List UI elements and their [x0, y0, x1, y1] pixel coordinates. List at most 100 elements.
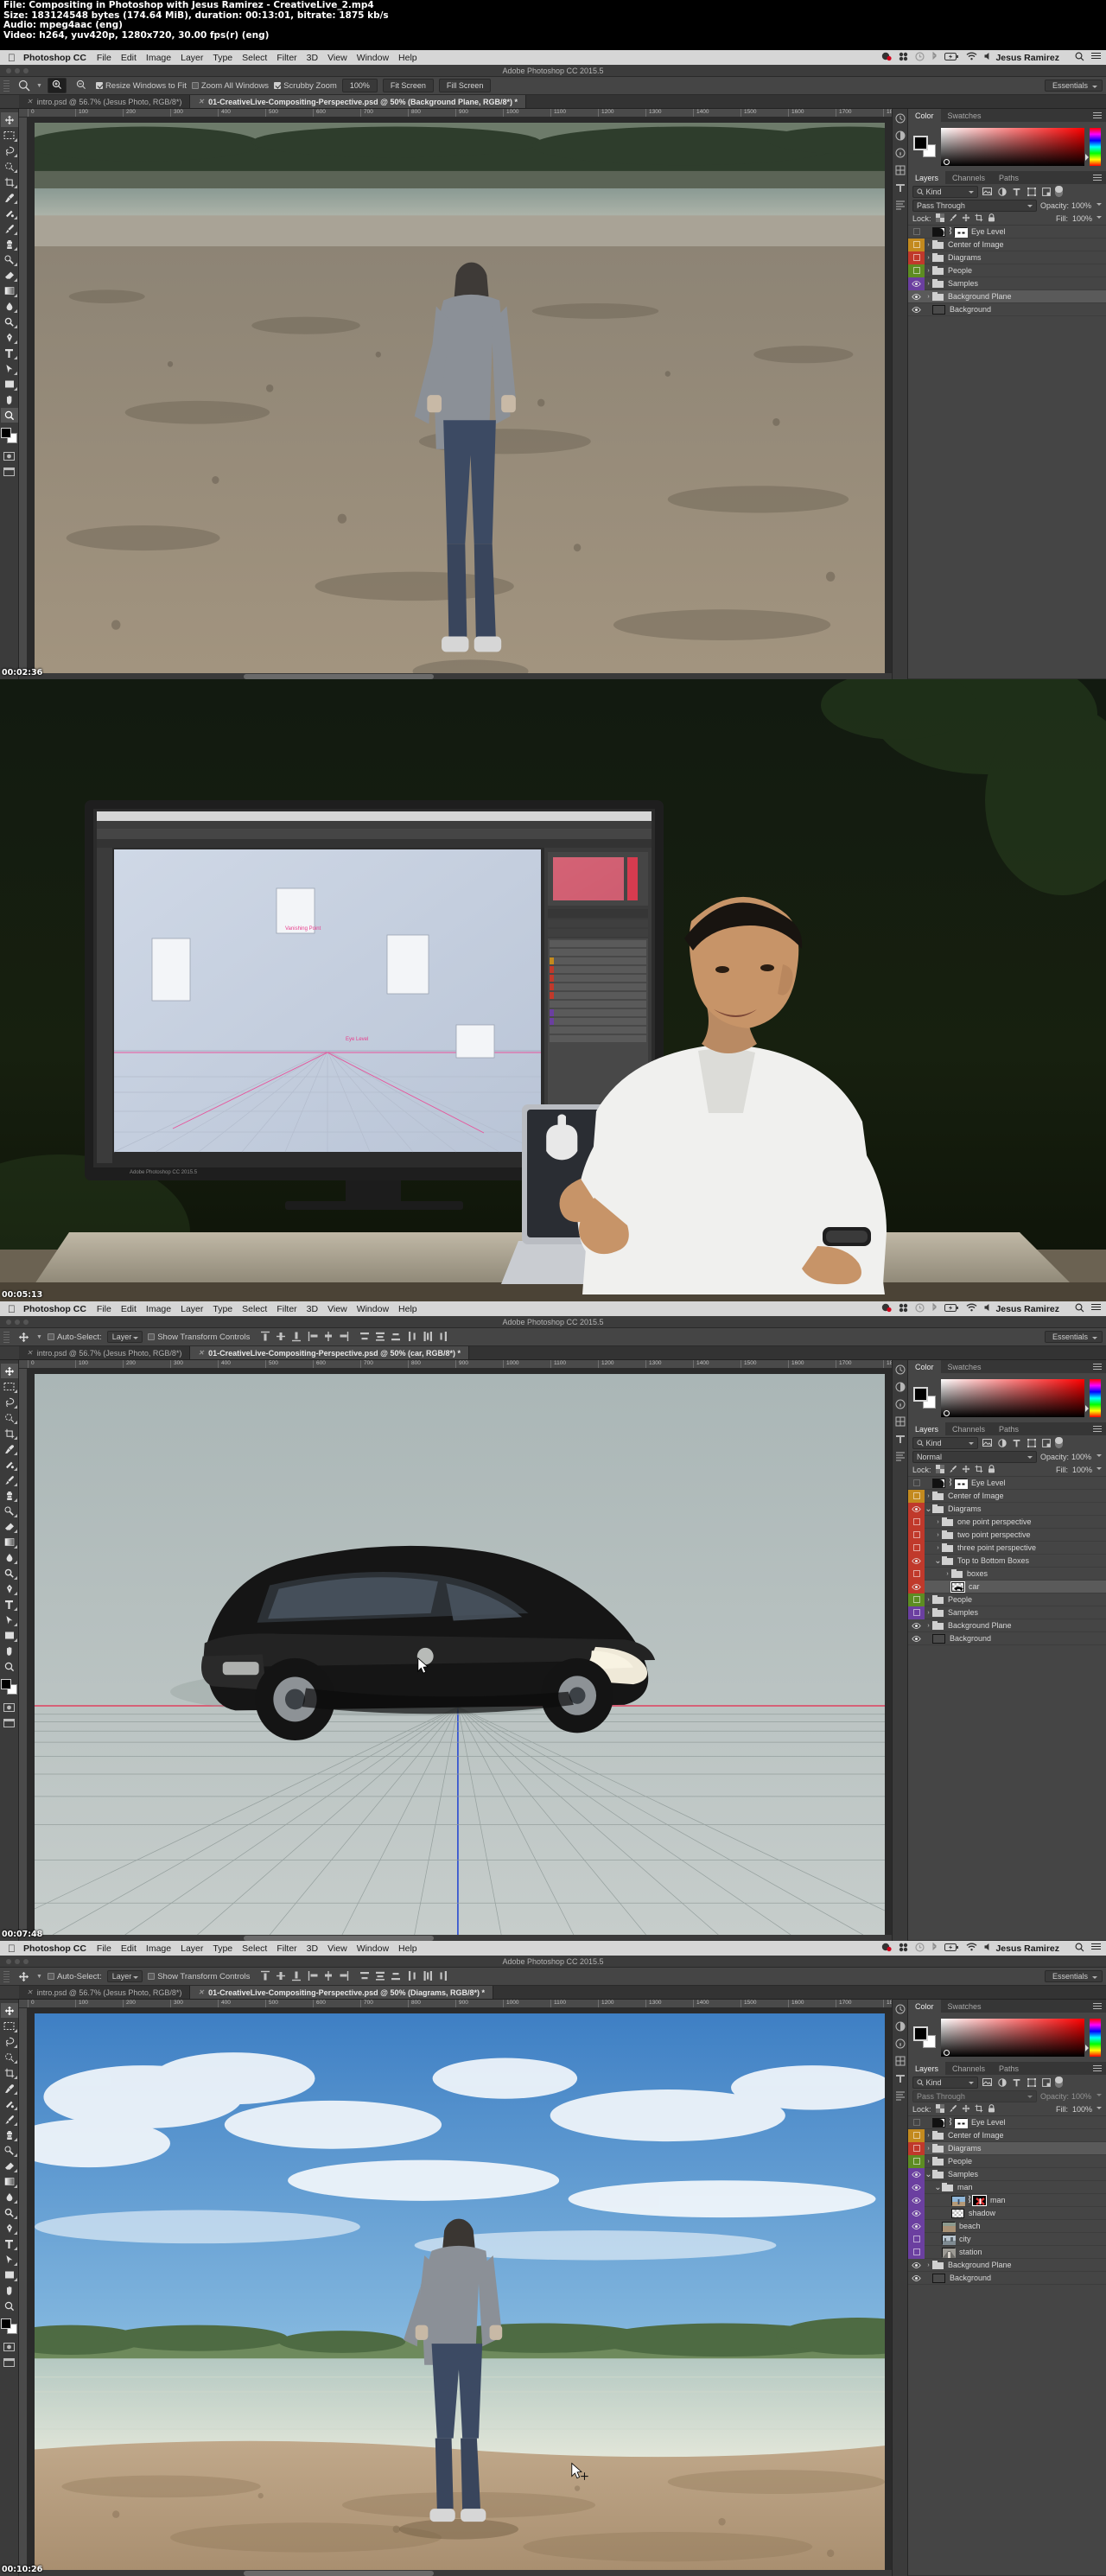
menu-app-name[interactable]: Photoshop CC: [23, 1943, 86, 1954]
opacity-chevron-icon[interactable]: [1096, 203, 1102, 208]
tab-swatches[interactable]: Swatches: [941, 109, 988, 122]
dropbox-icon[interactable]: [881, 1303, 892, 1315]
layer-thumbnails[interactable]: [942, 1543, 953, 1552]
tool-dodge[interactable]: [1, 2205, 18, 2220]
properties-panel-icon[interactable]: [894, 147, 906, 158]
layer-thumbnails[interactable]: [932, 2144, 944, 2153]
volume-icon[interactable]: [984, 1943, 992, 1954]
tool-color-swatches[interactable]: [1, 2318, 18, 2335]
fill-value[interactable]: 100%: [1072, 214, 1092, 223]
opacity-control[interactable]: Opacity: 100%: [1040, 1453, 1102, 1461]
menu-item-layer[interactable]: Layer: [181, 1943, 203, 1954]
flower-icon[interactable]: [899, 1303, 908, 1315]
tab-intro-psd[interactable]: ✕ intro.psd @ 56.7% (Jesus Photo, RGB/8*…: [19, 1986, 190, 1999]
tool-zoom[interactable]: [1, 408, 18, 423]
layer-thumbnails[interactable]: [932, 253, 944, 262]
link-icon[interactable]: [947, 226, 952, 237]
menu-app-name[interactable]: Photoshop CC: [23, 1304, 86, 1314]
color-picker-field[interactable]: [941, 1379, 1084, 1417]
screen-mode-icon[interactable]: [1, 1715, 18, 1730]
lock-transparent-pixels-icon[interactable]: [936, 1465, 944, 1475]
layer-name[interactable]: Samples: [948, 279, 978, 288]
quick-mask-icon[interactable]: [1, 448, 18, 463]
menu-item-image[interactable]: Image: [146, 1943, 171, 1954]
layer-name[interactable]: Top to Bottom Boxes: [957, 1556, 1029, 1565]
tool-zoom[interactable]: [1, 2299, 18, 2313]
layer-visibility-on-icon[interactable]: [908, 2220, 925, 2233]
tool-color-swatches[interactable]: [1, 1679, 18, 1695]
battery-icon[interactable]: [944, 53, 959, 63]
tool-gradient[interactable]: [1, 1535, 18, 1549]
close-icon[interactable]: ✕: [198, 1349, 204, 1357]
layer-visibility-on-icon[interactable]: [908, 2168, 925, 2181]
layer-row[interactable]: ›Center of Image: [908, 2129, 1106, 2142]
color-picker-field[interactable]: [941, 2019, 1084, 2057]
layer-row[interactable]: ›one point perspective: [908, 1516, 1106, 1529]
menu-item-edit[interactable]: Edit: [121, 53, 137, 63]
auto-select-scope-select[interactable]: Layer: [107, 1331, 143, 1343]
options-bar-grip[interactable]: [3, 80, 10, 92]
screen-mode-icon[interactable]: [1, 2355, 18, 2369]
hue-slider[interactable]: [1090, 128, 1101, 166]
menu-item-3d[interactable]: 3D: [307, 1943, 318, 1954]
apple-icon[interactable]: : [8, 53, 16, 63]
layer-visibility-on-icon[interactable]: [908, 1581, 925, 1593]
tool-dodge[interactable]: [1, 1566, 18, 1581]
layer-visibility-off-icon[interactable]: [908, 226, 925, 239]
filter-type-icon[interactable]: [1011, 187, 1022, 197]
battery-icon[interactable]: [944, 1304, 959, 1314]
distribute-horizontal-center-icon[interactable]: [423, 1970, 434, 1982]
menu-item-type[interactable]: Type: [213, 53, 232, 63]
layer-visibility-off-icon[interactable]: [908, 1606, 925, 1619]
chevron-right-icon[interactable]: ›: [925, 2146, 932, 2152]
notification-center-icon[interactable]: [1091, 1943, 1101, 1954]
opacity-value[interactable]: 100%: [1071, 1453, 1094, 1461]
flower-icon[interactable]: [899, 1943, 908, 1955]
blend-mode-select[interactable]: Normal: [912, 1451, 1037, 1463]
lock-transparent-pixels-icon[interactable]: [936, 213, 944, 224]
layer-thumbnails[interactable]: [932, 1492, 944, 1500]
libraries-panel-icon[interactable]: [894, 2055, 906, 2066]
canvas-area[interactable]: [28, 1369, 892, 1935]
distribute-bottom-icon[interactable]: [391, 1331, 402, 1343]
filter-shape-icon[interactable]: [1026, 2077, 1037, 2088]
chevron-right-icon[interactable]: ›: [944, 1571, 951, 1577]
align-left-edges-icon[interactable]: [308, 1331, 319, 1343]
align-right-edges-icon[interactable]: [339, 1970, 350, 1982]
tool-gradient[interactable]: [1, 2174, 18, 2189]
menu-item-file[interactable]: File: [97, 53, 111, 63]
layer-name[interactable]: Center of Image: [948, 2131, 1004, 2140]
layer-name[interactable]: Samples: [948, 2170, 978, 2178]
tool-eyedropper[interactable]: [1, 190, 18, 205]
tool-history-brush[interactable]: [1, 2143, 18, 2158]
layer-thumbnail[interactable]: [932, 1479, 945, 1488]
tool-path-selection[interactable]: [1, 2252, 18, 2267]
wifi-icon[interactable]: [966, 1303, 977, 1314]
menu-item-filter[interactable]: Filter: [276, 1943, 296, 1954]
layer-list[interactable]: Eye Level›Center of Image›Diagrams›Peopl…: [908, 2116, 1106, 2575]
layer-name[interactable]: beach: [959, 2222, 981, 2230]
menu-item-help[interactable]: Help: [398, 53, 417, 63]
tool-crop[interactable]: [1, 1426, 18, 1441]
lock-transparent-pixels-icon[interactable]: [936, 2104, 944, 2115]
layer-row[interactable]: car: [908, 1581, 1106, 1593]
layer-thumbnails[interactable]: [932, 1634, 945, 1644]
layer-mask-thumbnail[interactable]: [954, 227, 967, 237]
filter-shape-icon[interactable]: [1026, 187, 1037, 197]
layer-name[interactable]: People: [948, 1595, 972, 1604]
menu-item-select[interactable]: Select: [242, 53, 267, 63]
layer-thumbnails[interactable]: [942, 2183, 953, 2191]
layer-row[interactable]: ›Diagrams: [908, 2142, 1106, 2155]
layer-visibility-on-icon[interactable]: [908, 303, 925, 316]
layer-thumbnails[interactable]: [942, 2222, 955, 2231]
filter-smart-object-icon[interactable]: [1040, 187, 1052, 197]
align-top-edges-icon[interactable]: [260, 1331, 271, 1343]
menu-item-type[interactable]: Type: [213, 1943, 232, 1954]
show-transform-controls-checkbox[interactable]: Show Transform Controls: [148, 1972, 250, 1981]
properties-panel-icon[interactable]: [894, 2038, 906, 2049]
color-picker-field[interactable]: [941, 128, 1084, 166]
menu-item-type[interactable]: Type: [213, 1304, 232, 1314]
tool-hand[interactable]: [1, 2283, 18, 2298]
auto-select-scope-select[interactable]: Layer: [107, 1970, 143, 1982]
layer-row[interactable]: ›Background Plane: [908, 2259, 1106, 2272]
